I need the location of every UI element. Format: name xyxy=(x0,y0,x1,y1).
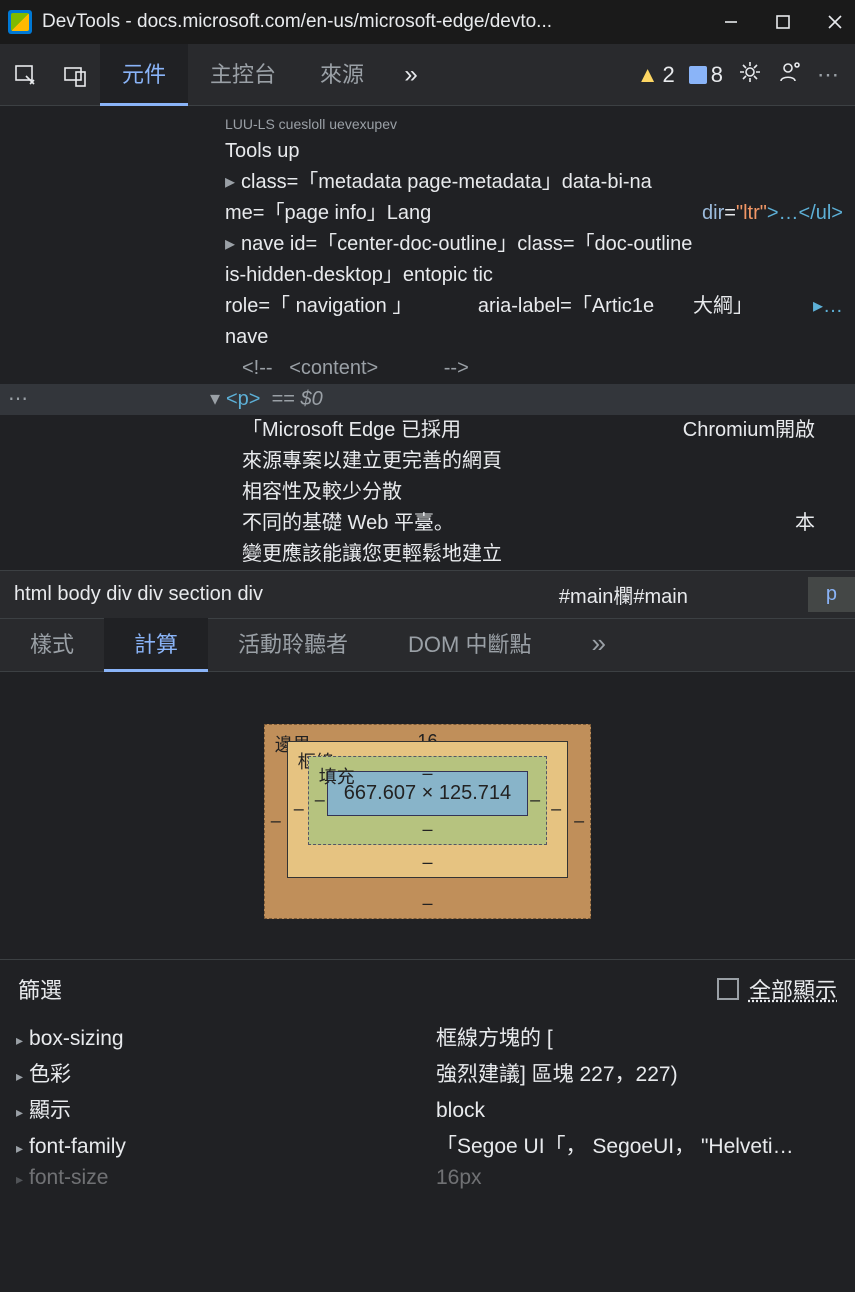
dom-caption: LUU-LS cuesloll uevexupev xyxy=(0,114,855,136)
main-toolbar: 元件 主控台 來源 » ▲2 8 ⋯ xyxy=(0,44,855,106)
computed-properties: ▸box-sizing框線方塊的 [ ▸色彩強烈建議] 區塊 227，227) … xyxy=(0,1019,855,1193)
prop-row[interactable]: ▸色彩強烈建議] 區塊 227，227) xyxy=(0,1055,855,1091)
warning-badge[interactable]: ▲2 xyxy=(637,62,675,88)
dom-line[interactable]: ▸class=「metadata page-metadata」data-bi-n… xyxy=(0,167,855,198)
padding-right-value: – xyxy=(530,790,540,811)
border-right-value: – xyxy=(551,799,561,820)
dom-text: 變更應該能讓您更輕鬆地建立 xyxy=(0,539,855,570)
dom-line[interactable]: ▸nave id=「center-doc-outline」class=「doc-… xyxy=(0,229,855,260)
error-count: 8 xyxy=(711,62,723,88)
tab-styles[interactable]: 樣式 xyxy=(0,618,104,672)
minimize-button[interactable] xyxy=(719,10,743,34)
prop-row[interactable]: ▸font-size16px xyxy=(0,1163,855,1193)
app-icon xyxy=(8,10,32,34)
dom-selected-p[interactable]: ⋯ ▾<p> == $0 xyxy=(0,384,855,415)
dom-line[interactable]: role=「 navigation 」 aria-label=「Artic1e … xyxy=(0,291,855,322)
breadcrumb[interactable]: html body div div section div #main欄#mai… xyxy=(0,570,855,618)
dom-comment: <!-- <content> --> xyxy=(0,353,855,384)
padding-bottom-value: – xyxy=(422,819,432,840)
more-subtabs-icon[interactable]: » xyxy=(562,618,636,672)
dom-text: 不同的基礎 Web 平臺。本 xyxy=(0,508,855,539)
show-all-label[interactable]: 全部顯示 xyxy=(749,973,837,1005)
padding-label: 填充 xyxy=(319,763,355,789)
dom-text: 「Microsoft Edge 已採用Chromium開啟 xyxy=(0,415,855,446)
margin-bottom-value: – xyxy=(422,893,432,914)
tab-dom-breakpoints[interactable]: DOM 中斷點 xyxy=(378,618,561,672)
box-border[interactable]: 框線 – – – – 填充 – – – – 667.607 × 125.714 xyxy=(287,741,568,878)
show-all-checkbox[interactable] xyxy=(717,978,739,1000)
prop-row[interactable]: ▸顯示block xyxy=(0,1091,855,1127)
filter-bar: 篩選 全部顯示 xyxy=(0,959,855,1019)
device-toggle-icon[interactable] xyxy=(50,62,100,88)
inspect-icon[interactable] xyxy=(0,62,50,88)
warning-count: 2 xyxy=(663,62,675,88)
border-bottom-value: – xyxy=(422,852,432,873)
tab-sources[interactable]: 來源 xyxy=(298,44,386,106)
more-icon[interactable]: ⋯ xyxy=(817,62,839,88)
maximize-button[interactable] xyxy=(771,10,795,34)
sidebar-tabs: 樣式 計算 活動聆聽者 DOM 中斷點 » xyxy=(0,618,855,672)
prop-row[interactable]: ▸font-family「Segoe UI「， SegoeUI， "Helvet… xyxy=(0,1127,855,1163)
box-margin[interactable]: 邊界 16 – – – 框線 – – – – 填充 – – – – 667.60… xyxy=(264,724,591,919)
breadcrumb-current[interactable]: p xyxy=(808,577,855,612)
dom-line[interactable]: is-hidden-desktop」entopic tic xyxy=(0,260,855,291)
padding-top-value: – xyxy=(422,763,432,784)
box-model[interactable]: 邊界 16 – – – 框線 – – – – 填充 – – – – 667.60… xyxy=(0,672,855,959)
margin-right-value: – xyxy=(574,811,584,832)
padding-left-value: – xyxy=(315,790,325,811)
tab-console[interactable]: 主控台 xyxy=(188,44,298,106)
window-title: DevTools - docs.microsoft.com/en-us/micr… xyxy=(42,11,719,33)
dom-line: Tools up xyxy=(0,136,855,167)
close-button[interactable] xyxy=(823,10,847,34)
gear-icon[interactable] xyxy=(737,59,763,90)
breadcrumb-path[interactable]: html body div div section div xyxy=(0,583,559,606)
error-badge[interactable]: 8 xyxy=(689,62,723,88)
dom-tree[interactable]: LUU-LS cuesloll uevexupev Tools up ▸clas… xyxy=(0,106,855,570)
dom-line[interactable]: nave xyxy=(0,322,855,353)
tab-listeners[interactable]: 活動聆聽者 xyxy=(208,618,378,672)
tab-computed[interactable]: 計算 xyxy=(104,618,208,672)
tab-elements[interactable]: 元件 xyxy=(100,44,188,106)
border-left-value: – xyxy=(294,799,304,820)
prop-row[interactable]: ▸box-sizing框線方塊的 [ xyxy=(0,1019,855,1055)
filter-label[interactable]: 篩選 xyxy=(18,973,62,1005)
dom-line[interactable]: me=「page info」Lang dir="ltr">…</ul> xyxy=(0,198,855,229)
titlebar: DevTools - docs.microsoft.com/en-us/micr… xyxy=(0,0,855,44)
account-icon[interactable] xyxy=(777,59,803,90)
margin-left-value: – xyxy=(271,811,281,832)
dom-text: 來源專案以建立更完善的網頁 xyxy=(0,446,855,477)
box-padding[interactable]: 填充 – – – – 667.607 × 125.714 xyxy=(308,756,547,845)
breadcrumb-hash[interactable]: #main欄#main xyxy=(559,580,688,609)
dom-text: 相容性及較少分散 xyxy=(0,477,855,508)
more-tabs-icon[interactable]: » xyxy=(386,61,436,89)
